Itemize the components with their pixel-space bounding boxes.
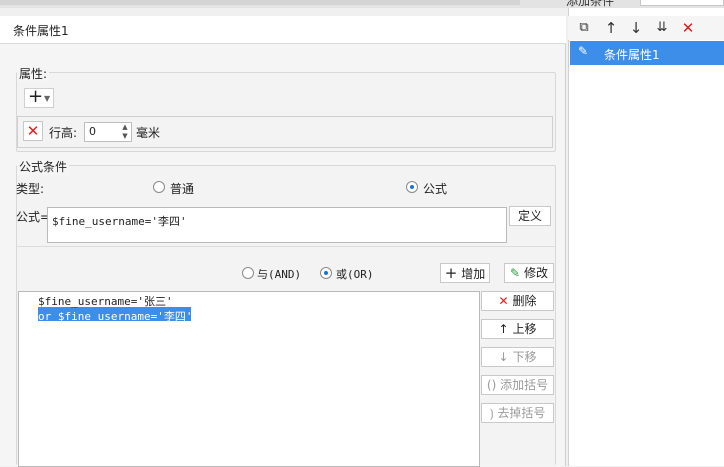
stepper-up-icon[interactable]: ▲ (119, 123, 131, 132)
plus-icon: + (444, 264, 458, 282)
remove-attribute-button[interactable]: ✕ (23, 121, 43, 141)
edit-condition-label: 修改 (523, 266, 548, 280)
edit-icon: ✎ (510, 266, 521, 280)
attribute-group-label: 属性: (17, 65, 50, 82)
remove-bracket-icon: ⟯ (489, 406, 494, 420)
top-input[interactable] (640, 0, 724, 6)
radio-and[interactable] (242, 267, 254, 279)
bracket-icon: () (486, 378, 497, 392)
radio-and-label: 与(AND) (257, 268, 302, 281)
arrow-up-icon[interactable]: ↑ (602, 19, 620, 37)
stepper-down-icon[interactable]: ▼ (119, 132, 131, 141)
formula-input[interactable]: $fine_username='李四' (47, 207, 507, 243)
add-attribute-button[interactable]: + ▼ (24, 88, 54, 108)
delete-label: 删除 (512, 294, 537, 308)
list-item-selected[interactable]: or $fine_username='李四' (38, 308, 192, 324)
formula-value: $fine_username='李四' (52, 215, 187, 228)
row-height-label: 行高: (49, 126, 78, 140)
condition-list-item-label: 条件属性1 (604, 48, 660, 62)
copy-icon[interactable]: ⧉ (575, 19, 593, 37)
formula-group-label: 公式条件 (17, 158, 70, 175)
pencil-icon: ✎ (578, 44, 589, 58)
radio-normal[interactable] (153, 181, 165, 193)
add-bracket-button[interactable]: () 添加括号 (481, 375, 554, 395)
move-down-label: 下移 (512, 350, 537, 364)
move-down-button[interactable]: ↓ 下移 (481, 347, 554, 367)
arrow-down-icon: ↓ (498, 350, 509, 364)
radio-formula[interactable] (406, 181, 418, 193)
move-up-label: 上移 (512, 322, 537, 336)
delete-button[interactable]: ✕ 删除 (481, 291, 554, 311)
arrow-up-icon: ↑ (498, 322, 509, 336)
close-icon: ✕ (498, 294, 509, 308)
define-button[interactable]: 定义 (509, 206, 551, 226)
condition-list-item[interactable]: ✎ 条件属性1 (570, 41, 724, 65)
edit-condition-button[interactable]: ✎ 修改 (504, 263, 554, 283)
plus-icon: + (28, 86, 44, 107)
remove-bracket-button[interactable]: ⟯ 去掉括号 (481, 403, 554, 423)
type-label: 类型: (16, 182, 45, 196)
top-strip-left (0, 0, 520, 5)
add-bracket-label: 添加括号 (500, 378, 549, 392)
close-icon[interactable]: ✕ (679, 19, 697, 37)
left-header (0, 16, 566, 44)
chevron-down-icon: ▼ (44, 94, 51, 103)
radio-normal-label: 普通 (170, 182, 195, 196)
radio-or[interactable] (320, 267, 332, 279)
menu-dots-icon[interactable]: ⋯ (530, 0, 541, 4)
tab-add-condition[interactable]: 添加条件 (566, 0, 630, 8)
arrow-down-icon[interactable]: ↓ (627, 19, 645, 37)
right-panel (568, 8, 724, 466)
radio-or-label: 或(OR) (336, 268, 374, 281)
move-bottom-icon[interactable]: ⇊ (653, 19, 671, 37)
divider (16, 246, 556, 247)
list-item[interactable]: $fine_username='张三' (38, 293, 173, 309)
row-height-unit: 毫米 (136, 126, 161, 140)
row-height-stepper[interactable]: 0 ▲ ▼ (84, 122, 132, 142)
panel-title: 条件属性1 (13, 24, 69, 38)
add-condition-label: 增加 (461, 267, 486, 281)
row-height-value: 0 (89, 125, 96, 138)
formula-label: 公式= (16, 210, 51, 224)
radio-formula-label: 公式 (423, 182, 448, 196)
move-up-button[interactable]: ↑ 上移 (481, 319, 554, 339)
add-condition-button[interactable]: + 增加 (440, 263, 490, 283)
remove-bracket-label: 去掉括号 (497, 406, 546, 420)
